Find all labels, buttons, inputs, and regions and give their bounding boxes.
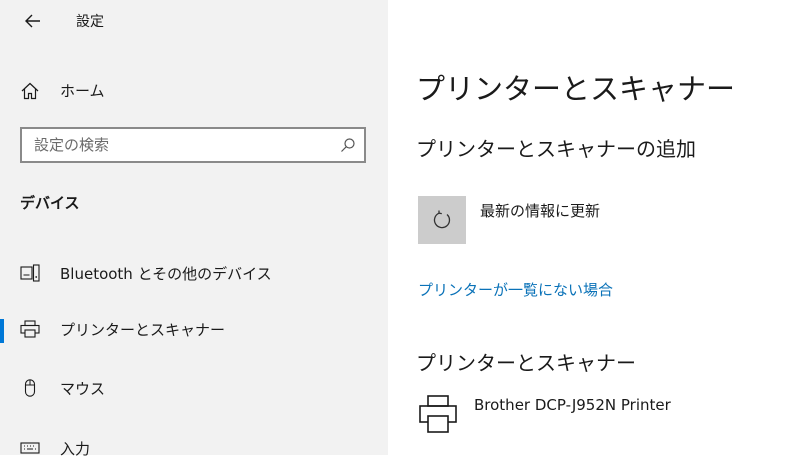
mouse-icon [24,379,36,397]
main-content: プリンターとスキャナー プリンターとスキャナーの追加 最新の情報に更新 プリンタ… [388,0,800,455]
device-name: Brother DCP-J952N Printer [474,396,671,414]
sidebar-item-home[interactable]: ホーム [0,72,388,108]
page-title: プリンターとスキャナー [416,72,736,106]
printer-icon [419,395,457,433]
refresh-button[interactable] [418,196,466,244]
back-arrow-icon [25,14,40,28]
refresh-label[interactable]: 最新の情報に更新 [480,200,600,221]
printer-icon [20,320,40,338]
bluetooth-devices-icon [20,264,40,282]
list-item[interactable]: Brother DCP-J952N Printer [418,390,788,438]
sidebar-item-label: ホーム [60,82,105,100]
home-icon [21,82,39,100]
search-box[interactable] [20,127,366,163]
search-icon[interactable] [340,137,356,153]
sidebar-item-label: Bluetooth とその他のデバイス [60,265,272,283]
sidebar-item-label: マウス [60,380,106,398]
sidebar-item-printers[interactable]: プリンターとスキャナー [0,309,388,349]
app-title: 設定 [76,14,104,30]
sidebar-item-mouse[interactable]: マウス [0,368,388,408]
selection-indicator [0,319,4,343]
sidebar-item-bluetooth[interactable]: Bluetooth とその他のデバイス [0,253,388,293]
sidebar: 設定 ホーム デバイス Bluetooth とその他のデバイス プリンターとスキ [0,0,388,458]
refresh-icon [433,210,451,229]
printers-list-title: プリンターとスキャナー [416,351,636,375]
sidebar-item-label: プリンターとスキャナー [60,321,226,339]
section-title: デバイス [20,194,80,212]
search-input[interactable] [22,129,334,161]
add-section-title: プリンターとスキャナーの追加 [416,137,696,161]
back-button[interactable] [16,6,50,36]
keyboard-icon [20,442,40,454]
printer-not-listed-link[interactable]: プリンターが一覧にない場合 [418,279,613,300]
sidebar-item-label: 入力 [60,440,91,458]
sidebar-item-input[interactable]: 入力 [0,428,388,468]
